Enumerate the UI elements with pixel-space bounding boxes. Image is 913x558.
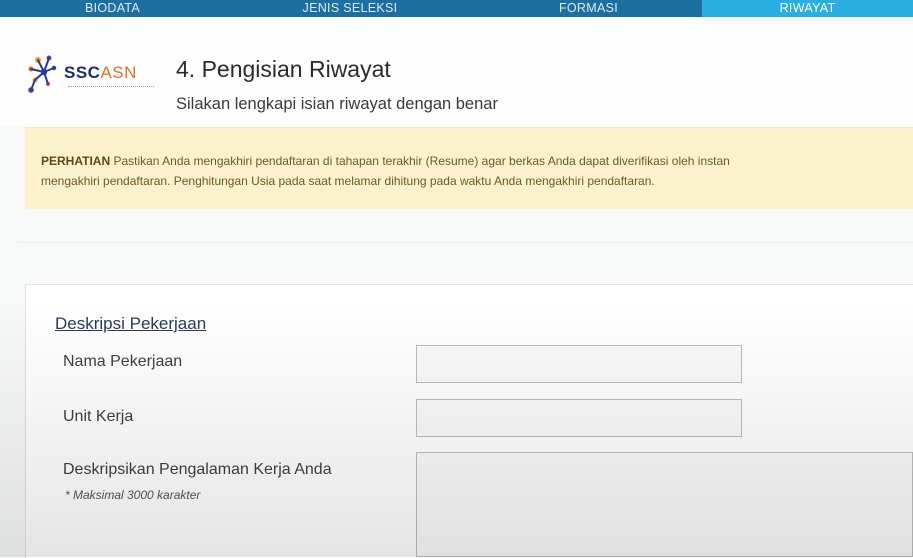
- alert-heading: PERHATIAN: [41, 154, 111, 168]
- wizard-step-bar: BIODATA JENIS SELEKSI FORMASI RIWAYAT: [0, 0, 913, 17]
- label-nama-pekerjaan: Nama Pekerjaan: [63, 353, 183, 370]
- page-title: 4. Pengisian Riwayat: [176, 56, 391, 82]
- logo-wordmark: SSCASN: [64, 63, 137, 82]
- step-riwayat[interactable]: RIWAYAT: [702, 0, 913, 17]
- deskripsi-pengalaman-textarea[interactable]: [416, 452, 913, 557]
- step-formasi[interactable]: FORMASI: [475, 0, 702, 17]
- label-unit-kerja: Unit Kerja: [63, 408, 134, 425]
- nama-pekerjaan-input[interactable]: [416, 345, 742, 383]
- alert-line-1: Pastikan Anda mengakhiri pendaftaran di …: [110, 154, 730, 168]
- page-subtitle: Silakan lengkapi isian riwayat dengan be…: [176, 95, 498, 113]
- unit-kerja-input[interactable]: [416, 399, 742, 437]
- warning-alert: PERHATIAN Pastikan Anda mengakhiri penda…: [25, 127, 913, 209]
- section-title: Deskripsi Pekerjaan: [55, 314, 207, 333]
- step-jenis-seleksi[interactable]: JENIS SELEKSI: [225, 0, 475, 17]
- sscasn-logo-icon: [28, 55, 57, 93]
- field-note-max-chars: * Maksimal 3000 karakter: [65, 488, 201, 502]
- label-deskripsi-pengalaman: Deskripsikan Pengalaman Kerja Anda: [63, 461, 332, 478]
- sscasn-logo: SSCASN: [24, 50, 162, 98]
- step-biodata[interactable]: BIODATA: [0, 0, 225, 17]
- alert-text: PERHATIAN Pastikan Anda mengakhiri penda…: [41, 151, 913, 191]
- logo-tagline-line: [68, 86, 154, 89]
- divider: [18, 242, 913, 243]
- alert-line-2: mengakhiri pendaftaran. Penghitungan Usi…: [41, 174, 655, 188]
